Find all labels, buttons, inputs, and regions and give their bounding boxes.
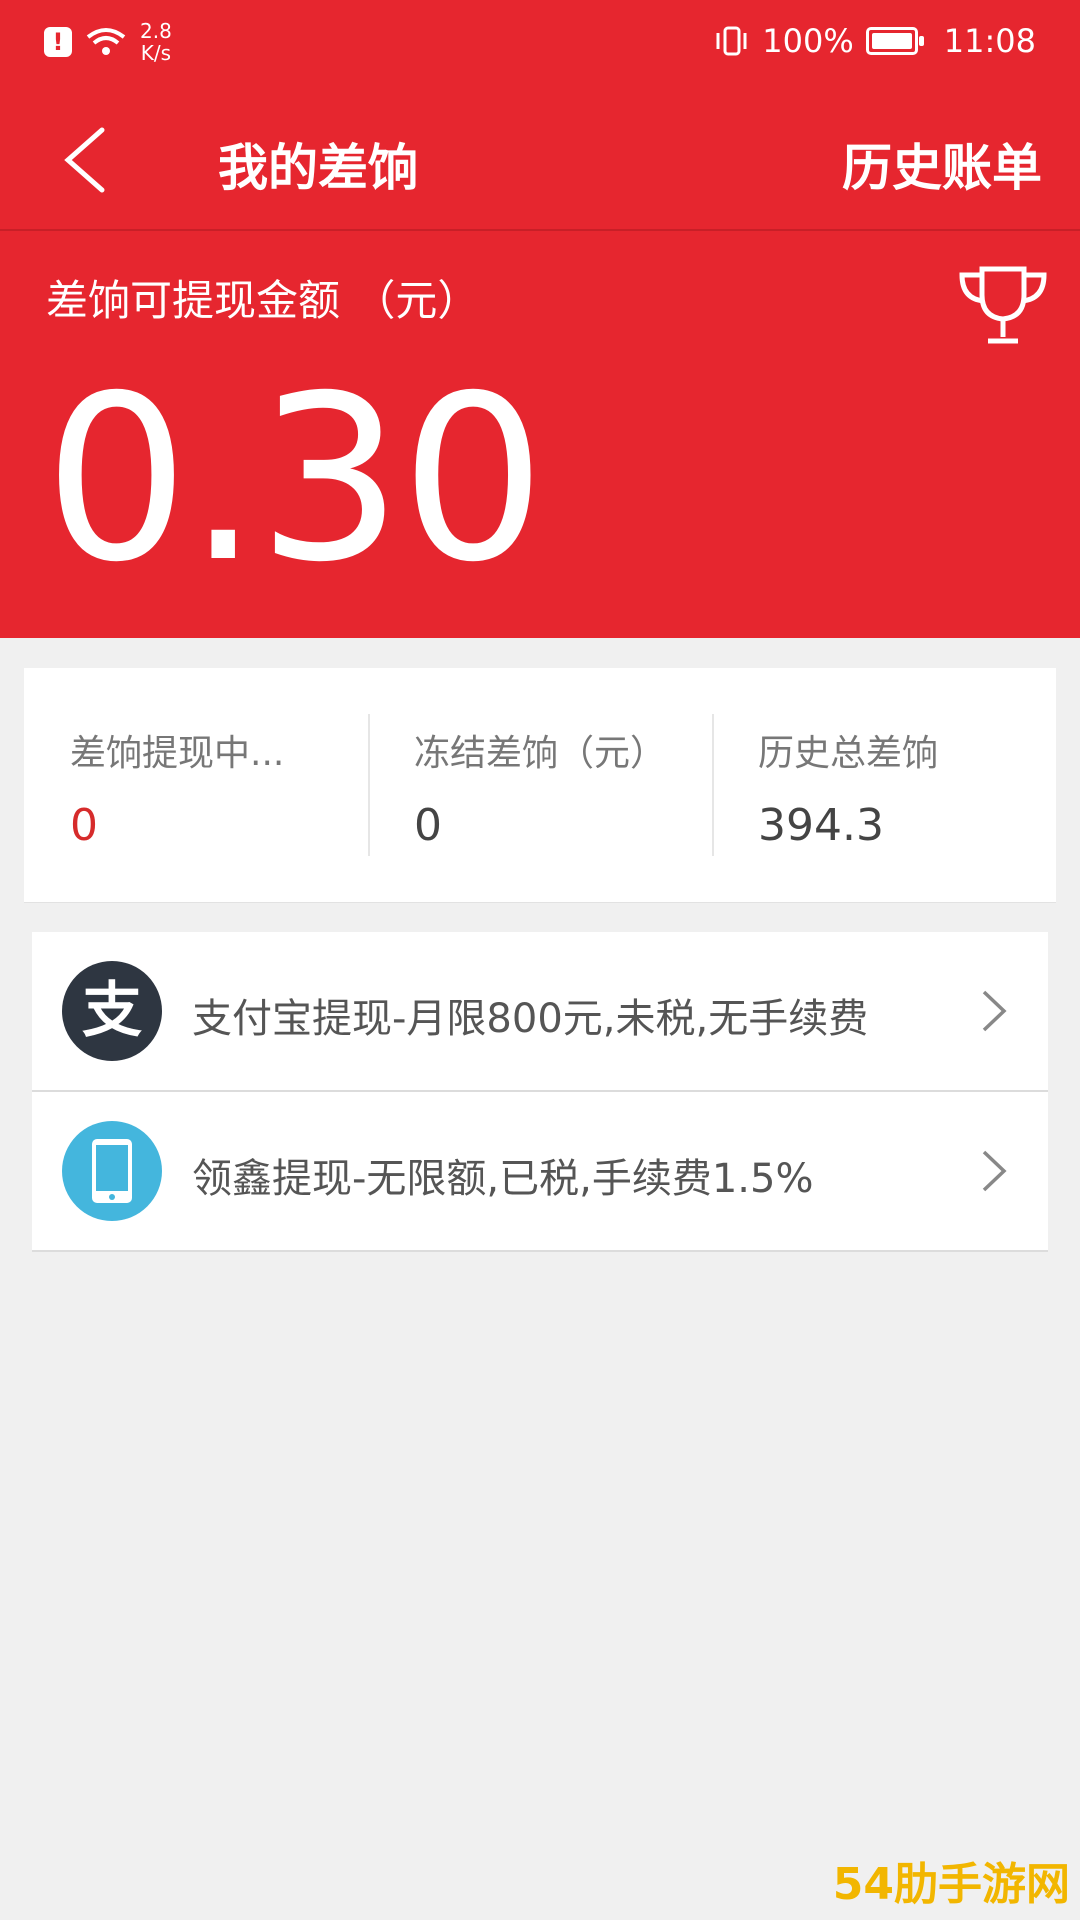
balance-panel: 差饷可提现金额 （元） 0.30 — [0, 231, 1080, 638]
page-title: 我的差饷 — [218, 139, 418, 197]
stat-history-total[interactable]: 历史总差饷 394.3 — [712, 668, 1056, 902]
trophy-icon[interactable] — [956, 261, 1050, 349]
alipay-withdraw-item[interactable]: 支 支付宝提现-月限800元,未税,无手续费 — [32, 932, 1048, 1092]
back-arrow-icon[interactable] — [58, 124, 114, 196]
stat-label: 历史总差饷 — [758, 733, 939, 774]
chevron-right-icon — [982, 990, 1007, 1032]
chevron-right-icon — [982, 1150, 1007, 1192]
balance-amount: 0.30 — [44, 346, 546, 612]
stat-value: 0 — [70, 800, 98, 851]
withdraw-options-list: 支 支付宝提现-月限800元,未税,无手续费 领鑫提现-无限额,已税,手续费1.… — [32, 932, 1048, 1252]
wifi-icon — [86, 28, 126, 55]
net-speed-unit: K/s — [140, 41, 172, 65]
watermark-logo: 54肋手游网 — [832, 1859, 1070, 1910]
history-bills-button[interactable]: 历史账单 — [842, 128, 1042, 200]
status-right: 100% 11:08 — [714, 22, 1036, 60]
lingxin-withdraw-item[interactable]: 领鑫提现-无限额,已税,手续费1.5% — [32, 1092, 1048, 1252]
list-item-label: 领鑫提现-无限额,已税,手续费1.5% — [192, 1156, 814, 1202]
battery-percent: 100% — [762, 22, 854, 60]
stat-frozen[interactable]: 冻结差饷（元） 0 — [368, 668, 712, 902]
vibrate-icon — [716, 26, 747, 56]
list-item-label: 支付宝提现-月限800元,未税,无手续费 — [192, 996, 869, 1042]
net-speed-value: 2.8 — [140, 19, 172, 43]
stats-card: 差饷提现中... 0 冻结差饷（元） 0 历史总差饷 394.3 — [24, 668, 1056, 903]
phone-icon — [62, 1121, 162, 1221]
stat-withdrawing[interactable]: 差饷提现中... 0 — [24, 668, 368, 902]
net-speed: 2.8 K/s — [140, 20, 172, 64]
stat-label: 差饷提现中... — [70, 733, 285, 774]
nav-bar: 我的差饷 历史账单 — [0, 90, 1080, 230]
status-bar: ! 2.8 K/s 100% 11:08 — [0, 0, 1080, 90]
balance-label: 差饷可提现金额 （元） — [46, 276, 480, 325]
stat-value: 394.3 — [758, 800, 884, 851]
alipay-icon: 支 — [62, 961, 162, 1061]
clock: 11:08 — [943, 22, 1036, 60]
battery-icon — [865, 27, 924, 55]
stat-value: 0 — [414, 800, 442, 851]
stat-label: 冻结差饷（元） — [414, 733, 667, 774]
alert-icon: ! — [44, 27, 72, 57]
status-left: ! 2.8 K/s — [44, 20, 172, 64]
